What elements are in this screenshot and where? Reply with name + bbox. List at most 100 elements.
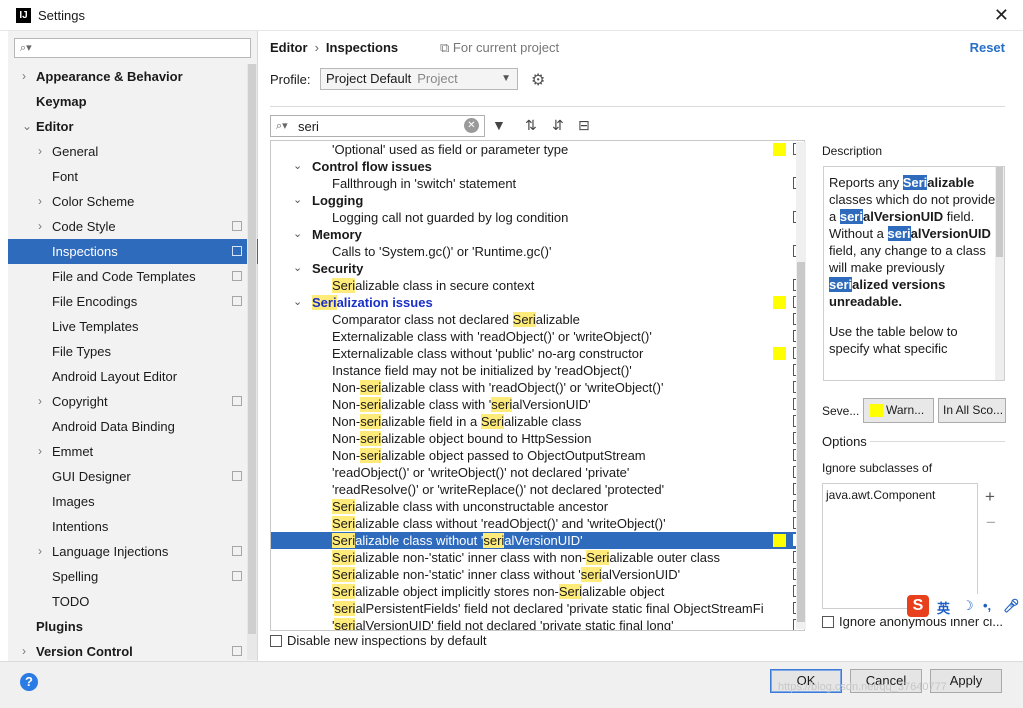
close-icon[interactable]: ✕ [994, 5, 1009, 26]
sidebar-item-live-templates[interactable]: Live Templates [8, 314, 258, 339]
chevron-right-icon[interactable]: › [38, 539, 42, 564]
inspection-filter-input[interactable]: ⌕▾ seri ✕ [270, 115, 485, 137]
sidebar-item-android-data-binding[interactable]: Android Data Binding [8, 414, 258, 439]
inspection-row[interactable]: Non-serializable class with 'readObject(… [271, 379, 804, 396]
remove-icon[interactable]: − [986, 513, 996, 533]
sidebar-item-font[interactable]: Font [8, 164, 258, 189]
sogou-logo-icon[interactable]: S [907, 595, 929, 617]
sidebar-item-file-and-code-templates[interactable]: File and Code Templates [8, 264, 258, 289]
collapse-all-icon[interactable]: ⇵ [552, 117, 564, 134]
chevron-down-icon[interactable]: ⌄ [293, 158, 302, 175]
scrollbar-thumb[interactable] [797, 262, 805, 622]
inspection-group-row[interactable]: ⌄ Security [271, 260, 804, 277]
disable-new-inspections-checkbox[interactable]: Disable new inspections by default [270, 633, 486, 649]
inspection-row[interactable]: Externalizable class without 'public' no… [271, 345, 804, 362]
chevron-right-icon[interactable]: › [38, 139, 42, 164]
gear-icon[interactable]: ⚙ [531, 70, 545, 90]
inspection-row[interactable]: 'serialPersistentFields' field not decla… [271, 600, 804, 617]
microphone-icon[interactable]: 🎤︎ [1003, 598, 1020, 614]
sidebar-item-images[interactable]: Images [8, 489, 258, 514]
inspection-row[interactable]: Serializable class without 'readObject()… [271, 515, 804, 532]
sidebar-item-gui-designer[interactable]: GUI Designer [8, 464, 258, 489]
inspection-row[interactable]: Serializable class without 'serialVersio… [271, 532, 804, 549]
inspection-row[interactable]: Serializable non-'static' inner class wi… [271, 549, 804, 566]
profile-dropdown[interactable]: Project Default Project ▼ [320, 68, 518, 90]
sidebar-item-color-scheme[interactable]: › Color Scheme [8, 189, 258, 214]
ignore-subclasses-list[interactable]: java.awt.Component [822, 483, 978, 609]
sidebar-item-copyright[interactable]: › Copyright [8, 389, 258, 414]
inspection-row[interactable]: Calls to 'System.gc()' or 'Runtime.gc()' [271, 243, 804, 260]
severity-dropdown[interactable]: Warn... [863, 398, 934, 423]
inspection-group-row[interactable]: ⌄ Memory [271, 226, 804, 243]
inspection-row[interactable]: Non-serializable object bound to HttpSes… [271, 430, 804, 447]
inspection-row[interactable]: Fallthrough in 'switch' statement [271, 175, 804, 192]
description-scrollbar[interactable] [995, 167, 1004, 380]
help-icon[interactable]: ? [20, 673, 38, 691]
reset-link[interactable]: Reset [970, 40, 1005, 55]
sidebar-item-appearance-behavior[interactable]: › Appearance & Behavior [8, 64, 258, 89]
checkbox-icon[interactable] [270, 635, 282, 647]
inspection-row[interactable]: Serializable class in secure context [271, 277, 804, 294]
ime-toolbar[interactable]: S 英 ☽ •, 🎤︎ [907, 594, 1020, 619]
chevron-right-icon[interactable]: › [38, 439, 42, 464]
inspection-group-row[interactable]: ⌄ Serialization issues [271, 294, 804, 311]
sidebar-item-inspections[interactable]: Inspections [8, 239, 258, 264]
filter-icon[interactable]: ▼ [492, 117, 506, 133]
inspection-row[interactable]: Logging call not guarded by log conditio… [271, 209, 804, 226]
sidebar-item-intentions[interactable]: Intentions [8, 514, 258, 539]
inspection-group-row[interactable]: ⌄ Control flow issues [271, 158, 804, 175]
chevron-down-icon[interactable]: ⌄ [22, 114, 32, 139]
inspection-row[interactable]: Non-serializable class with 'serialVersi… [271, 396, 804, 413]
scope-dropdown[interactable]: In All Sco... [938, 398, 1006, 423]
chevron-down-icon[interactable]: ⌄ [293, 226, 302, 243]
scrollbar-thumb[interactable] [996, 167, 1003, 257]
chevron-right-icon[interactable]: › [22, 64, 26, 89]
inspection-row[interactable]: Serializable class with unconstructable … [271, 498, 804, 515]
clear-icon[interactable]: ✕ [464, 118, 479, 133]
inspection-row[interactable]: 'serialVersionUID' field not declared 'p… [271, 617, 804, 630]
add-icon[interactable]: + [985, 487, 995, 507]
sidebar-item-language-injections[interactable]: › Language Injections [8, 539, 258, 564]
inspection-row[interactable]: Serializable object implicitly stores no… [271, 583, 804, 600]
sidebar-item-general[interactable]: › General [8, 139, 258, 164]
sidebar-item-code-style[interactable]: › Code Style [8, 214, 258, 239]
inspection-row[interactable]: 'readResolve()' or 'writeReplace()' not … [271, 481, 804, 498]
inspection-row[interactable]: Instance field may not be initialized by… [271, 362, 804, 379]
sidebar-item-todo[interactable]: TODO [8, 589, 258, 614]
inspection-row[interactable]: Serializable non-'static' inner class wi… [271, 566, 804, 583]
punctuation-icon[interactable]: •, [983, 598, 991, 613]
inspection-row[interactable]: 'readObject()' or 'writeObject()' not de… [271, 464, 804, 481]
sidebar-item-editor[interactable]: ⌄ Editor [8, 114, 258, 139]
chevron-down-icon[interactable]: ⌄ [293, 294, 302, 311]
chevron-right-icon[interactable]: › [38, 214, 42, 239]
sidebar-scrollbar[interactable] [247, 64, 257, 660]
list-item[interactable]: java.awt.Component [826, 488, 977, 502]
expand-all-icon[interactable]: ⇅ [525, 117, 537, 134]
inspection-group-row[interactable]: ⌄ Logging [271, 192, 804, 209]
checkbox-icon[interactable] [822, 616, 834, 628]
severity-label: Seve... [822, 404, 860, 418]
sidebar-item-plugins[interactable]: Plugins [8, 614, 258, 639]
chevron-down-icon[interactable]: ⌄ [293, 260, 302, 277]
sidebar-item-keymap[interactable]: Keymap [8, 89, 258, 114]
settings-search-input[interactable]: ⌕▾ [14, 38, 251, 58]
sidebar-item-file-types[interactable]: File Types [8, 339, 258, 364]
sidebar-item-spelling[interactable]: Spelling [8, 564, 258, 589]
moon-icon[interactable]: ☽ [962, 598, 974, 614]
inspection-row[interactable]: Comparator class not declared Serializab… [271, 311, 804, 328]
chevron-right-icon[interactable]: › [38, 189, 42, 214]
chevron-right-icon[interactable]: › [38, 389, 42, 414]
scrollbar-thumb[interactable] [248, 64, 256, 634]
inspection-row[interactable]: Externalizable class with 'readObject()'… [271, 328, 804, 345]
language-toggle[interactable]: 英 [937, 598, 950, 617]
group-icon[interactable]: ⊟ [578, 117, 590, 134]
inspection-row[interactable]: Non-serializable field in a Serializable… [271, 413, 804, 430]
inspection-row[interactable]: 'Optional' used as field or parameter ty… [271, 141, 804, 158]
sidebar-item-emmet[interactable]: › Emmet [8, 439, 258, 464]
chevron-down-icon[interactable]: ⌄ [293, 192, 302, 209]
inspections-scrollbar[interactable] [796, 142, 806, 629]
sidebar-item-android-layout-editor[interactable]: Android Layout Editor [8, 364, 258, 389]
sidebar-item-file-encodings[interactable]: File Encodings [8, 289, 258, 314]
breadcrumb-editor[interactable]: Editor [270, 40, 308, 55]
inspection-row[interactable]: Non-serializable object passed to Object… [271, 447, 804, 464]
